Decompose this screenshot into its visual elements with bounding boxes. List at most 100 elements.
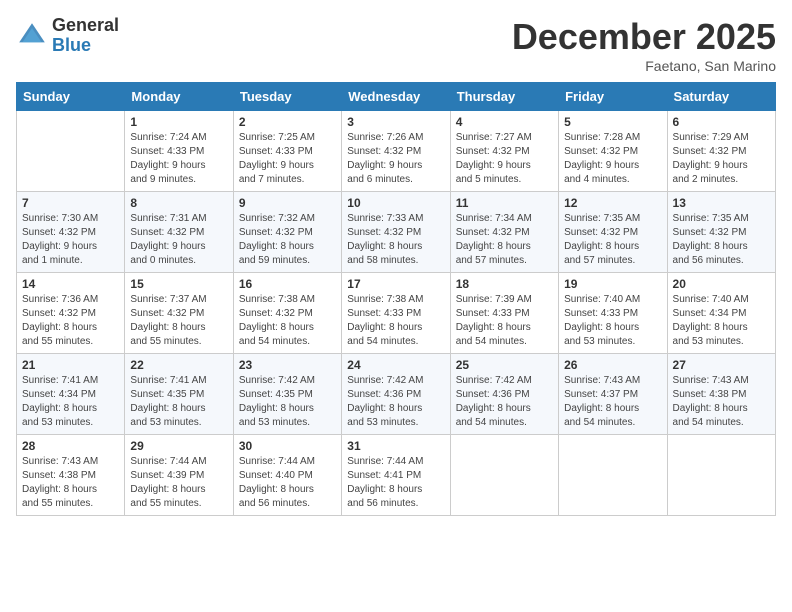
cell-info: Sunrise: 7:28 AMSunset: 4:32 PMDaylight:… <box>564 131 661 187</box>
cell-info: Sunrise: 7:42 AMSunset: 4:36 PMDaylight:… <box>456 374 553 430</box>
calendar-week: 7Sunrise: 7:30 AMSunset: 4:32 PMDaylight… <box>17 192 776 273</box>
logo-text: General Blue <box>52 16 119 56</box>
day-number: 5 <box>564 115 661 129</box>
cell-info: Sunrise: 7:33 AMSunset: 4:32 PMDaylight:… <box>347 212 444 268</box>
calendar-cell: 26Sunrise: 7:43 AMSunset: 4:37 PMDayligh… <box>559 354 667 435</box>
calendar-cell: 24 Sunrise: 7:42 AMSunset: 4:36 PMDayligh… <box>342 354 450 435</box>
calendar-cell: 15 Sunrise: 7:37 AMSunset: 4:32 PMDayligh… <box>125 273 233 354</box>
day-number: 19 <box>564 277 661 291</box>
cell-info: Sunrise: 7:29 AMSunset: 4:32 PMDaylight:… <box>673 131 770 187</box>
header-day: Thursday <box>450 83 558 111</box>
calendar-cell: 29 Sunrise: 7:44 AMSunset: 4:39 PMDayligh… <box>125 435 233 516</box>
day-number: 2 <box>239 115 336 129</box>
header-day: Tuesday <box>233 83 341 111</box>
cell-info: Sunrise: 7:44 AMSunset: 4:39 PMDaylight:… <box>130 455 227 511</box>
calendar-body: 1 Sunrise: 7:24 AMSunset: 4:33 PMDaylight… <box>17 111 776 516</box>
day-number: 20 <box>673 277 770 291</box>
cell-info: Sunrise: 7:44 AMSunset: 4:41 PMDaylight:… <box>347 455 444 511</box>
cell-info: Sunrise: 7:41 AMSunset: 4:35 PMDaylight:… <box>130 374 227 430</box>
day-number: 17 <box>347 277 444 291</box>
calendar-cell: 19 Sunrise: 7:40 AMSunset: 4:33 PMDayligh… <box>559 273 667 354</box>
cell-info: Sunrise: 7:40 AMSunset: 4:33 PMDaylight:… <box>564 293 661 349</box>
day-number: 27 <box>673 358 770 372</box>
cell-info: Sunrise: 7:35 AMSunset: 4:32 PMDaylight:… <box>564 212 661 268</box>
day-number: 12 <box>564 196 661 210</box>
calendar-cell: 18 Sunrise: 7:39 AMSunset: 4:33 PMDayligh… <box>450 273 558 354</box>
cell-info: Sunrise: 7:34 AMSunset: 4:32 PMDaylight:… <box>456 212 553 268</box>
cell-info: Sunrise: 7:36 AMSunset: 4:32 PMDaylight:… <box>22 293 119 349</box>
cell-info: Sunrise: 7:37 AMSunset: 4:32 PMDaylight:… <box>130 293 227 349</box>
calendar-cell: 12 Sunrise: 7:35 AMSunset: 4:32 PMDayligh… <box>559 192 667 273</box>
calendar-cell: 23Sunrise: 7:42 AMSunset: 4:35 PMDayligh… <box>233 354 341 435</box>
header-day: Monday <box>125 83 233 111</box>
day-number: 14 <box>22 277 119 291</box>
cell-info: Sunrise: 7:42 AMSunset: 4:36 PMDaylight:… <box>347 374 444 430</box>
cell-info: Sunrise: 7:38 AMSunset: 4:33 PMDaylight:… <box>347 293 444 349</box>
calendar-header: SundayMondayTuesdayWednesdayThursdayFrid… <box>17 83 776 111</box>
calendar-cell: 28 Sunrise: 7:43 AMSunset: 4:38 PMDayligh… <box>17 435 125 516</box>
day-number: 11 <box>456 196 553 210</box>
calendar-cell: 2 Sunrise: 7:25 AMSunset: 4:33 PMDaylight… <box>233 111 341 192</box>
location: Faetano, San Marino <box>512 58 776 74</box>
logo-blue: Blue <box>52 36 119 56</box>
calendar-cell: 17 Sunrise: 7:38 AMSunset: 4:33 PMDayligh… <box>342 273 450 354</box>
calendar-cell <box>450 435 558 516</box>
calendar-cell: 9Sunrise: 7:32 AMSunset: 4:32 PMDaylight… <box>233 192 341 273</box>
calendar-cell: 11 Sunrise: 7:34 AMSunset: 4:32 PMDayligh… <box>450 192 558 273</box>
day-number: 16 <box>239 277 336 291</box>
logo-icon <box>16 20 48 52</box>
title-block: December 2025 Faetano, San Marino <box>512 16 776 74</box>
calendar-cell: 8 Sunrise: 7:31 AMSunset: 4:32 PMDaylight… <box>125 192 233 273</box>
header-day: Friday <box>559 83 667 111</box>
logo-general: General <box>52 16 119 36</box>
calendar-cell: 10Sunrise: 7:33 AMSunset: 4:32 PMDayligh… <box>342 192 450 273</box>
day-number: 29 <box>130 439 227 453</box>
calendar-cell <box>17 111 125 192</box>
calendar-cell: 4Sunrise: 7:27 AMSunset: 4:32 PMDaylight… <box>450 111 558 192</box>
calendar-cell: 27 Sunrise: 7:43 AMSunset: 4:38 PMDayligh… <box>667 354 775 435</box>
day-number: 31 <box>347 439 444 453</box>
day-number: 3 <box>347 115 444 129</box>
cell-info: Sunrise: 7:43 AMSunset: 4:38 PMDaylight:… <box>673 374 770 430</box>
calendar-cell: 1 Sunrise: 7:24 AMSunset: 4:33 PMDaylight… <box>125 111 233 192</box>
calendar-cell <box>559 435 667 516</box>
day-number: 9 <box>239 196 336 210</box>
day-number: 28 <box>22 439 119 453</box>
cell-info: Sunrise: 7:24 AMSunset: 4:33 PMDaylight:… <box>130 131 227 187</box>
cell-info: Sunrise: 7:39 AMSunset: 4:33 PMDaylight:… <box>456 293 553 349</box>
header-day: Saturday <box>667 83 775 111</box>
cell-info: Sunrise: 7:31 AMSunset: 4:32 PMDaylight:… <box>130 212 227 268</box>
calendar-table: SundayMondayTuesdayWednesdayThursdayFrid… <box>16 82 776 516</box>
day-number: 21 <box>22 358 119 372</box>
cell-info: Sunrise: 7:40 AMSunset: 4:34 PMDaylight:… <box>673 293 770 349</box>
cell-info: Sunrise: 7:38 AMSunset: 4:32 PMDaylight:… <box>239 293 336 349</box>
calendar-week: 21Sunrise: 7:41 AMSunset: 4:34 PMDayligh… <box>17 354 776 435</box>
day-number: 22 <box>130 358 227 372</box>
day-number: 30 <box>239 439 336 453</box>
calendar-cell: 14 Sunrise: 7:36 AMSunset: 4:32 PMDayligh… <box>17 273 125 354</box>
day-number: 1 <box>130 115 227 129</box>
header-day: Wednesday <box>342 83 450 111</box>
calendar-week: 14 Sunrise: 7:36 AMSunset: 4:32 PMDayligh… <box>17 273 776 354</box>
calendar-cell: 22 Sunrise: 7:41 AMSunset: 4:35 PMDayligh… <box>125 354 233 435</box>
cell-info: Sunrise: 7:43 AMSunset: 4:38 PMDaylight:… <box>22 455 119 511</box>
cell-info: Sunrise: 7:44 AMSunset: 4:40 PMDaylight:… <box>239 455 336 511</box>
day-number: 4 <box>456 115 553 129</box>
day-number: 25 <box>456 358 553 372</box>
day-number: 15 <box>130 277 227 291</box>
calendar-cell: 25 Sunrise: 7:42 AMSunset: 4:36 PMDayligh… <box>450 354 558 435</box>
day-number: 6 <box>673 115 770 129</box>
cell-info: Sunrise: 7:25 AMSunset: 4:33 PMDaylight:… <box>239 131 336 187</box>
day-number: 23 <box>239 358 336 372</box>
cell-info: Sunrise: 7:30 AMSunset: 4:32 PMDaylight:… <box>22 212 119 268</box>
calendar-week: 28 Sunrise: 7:43 AMSunset: 4:38 PMDayligh… <box>17 435 776 516</box>
day-number: 24 <box>347 358 444 372</box>
day-number: 18 <box>456 277 553 291</box>
calendar-cell: 3Sunrise: 7:26 AMSunset: 4:32 PMDaylight… <box>342 111 450 192</box>
header-day: Sunday <box>17 83 125 111</box>
calendar-cell: 16 Sunrise: 7:38 AMSunset: 4:32 PMDayligh… <box>233 273 341 354</box>
calendar-cell <box>667 435 775 516</box>
cell-info: Sunrise: 7:35 AMSunset: 4:32 PMDaylight:… <box>673 212 770 268</box>
cell-info: Sunrise: 7:43 AMSunset: 4:37 PMDaylight:… <box>564 374 661 430</box>
day-number: 8 <box>130 196 227 210</box>
